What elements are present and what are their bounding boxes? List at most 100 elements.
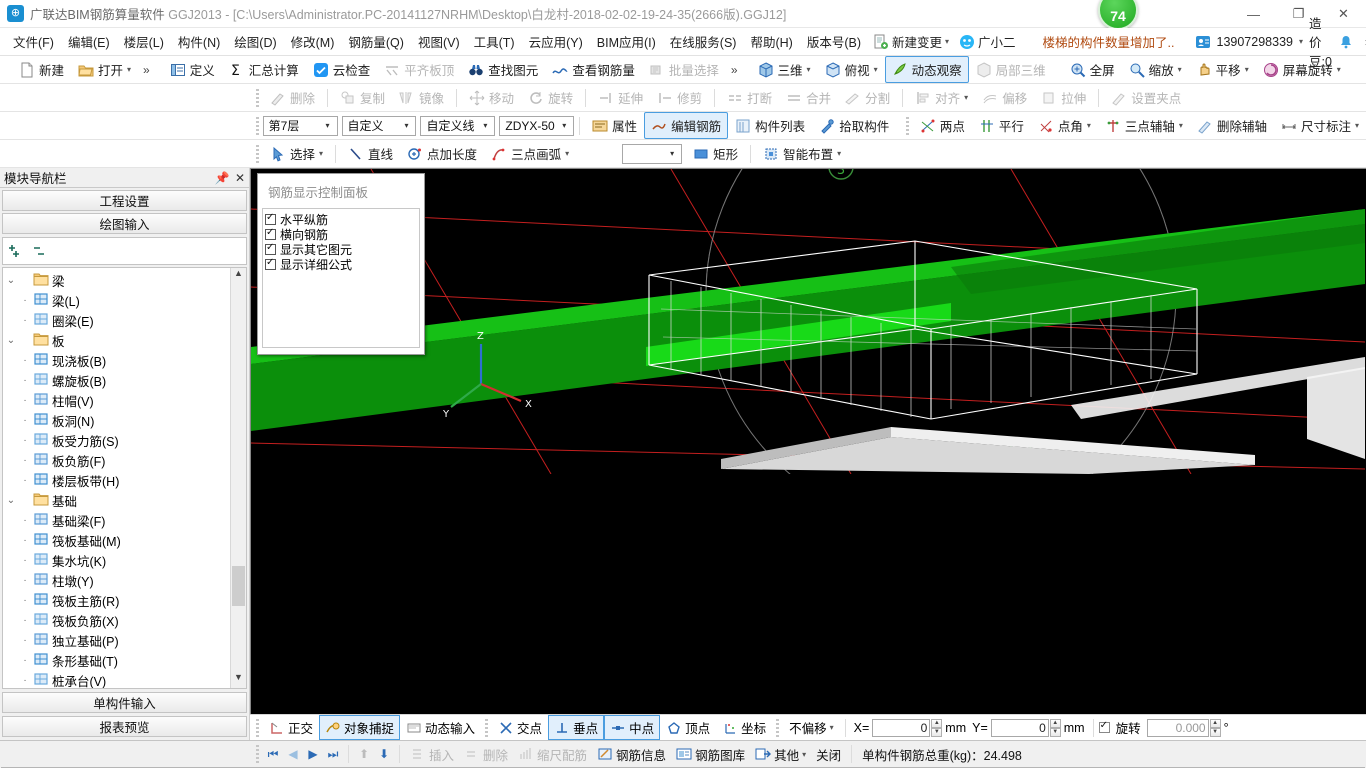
parallel-button[interactable]: 平行 <box>972 112 1031 139</box>
rotate-button[interactable]: 旋转 <box>521 84 580 111</box>
break-button[interactable]: 打断 <box>720 84 779 111</box>
three-d-view-button[interactable]: 三维 ▾ <box>751 56 818 83</box>
move-up-button[interactable]: ⬆ <box>354 747 374 761</box>
tree-twisty-icon[interactable]: ⌄ <box>3 495 19 506</box>
snap-grip-3[interactable] <box>776 718 780 737</box>
menu-file[interactable]: 文件(F) <box>6 28 61 55</box>
floor-combo[interactable]: 第7层 ▾ <box>262 115 338 136</box>
rotate-enable-checkbox[interactable] <box>1098 720 1110 733</box>
menu-modify[interactable]: 修改(M) <box>284 28 342 55</box>
coins-label[interactable]: 造价豆:0 <box>1309 13 1332 70</box>
tree-item[interactable]: · 圈梁(E) <box>3 310 230 330</box>
menubar-overflow-button[interactable]: » <box>1360 35 1366 49</box>
point-angle-button[interactable]: 点角 ▾ <box>1031 112 1098 139</box>
cloud-check-button[interactable]: 云检查 <box>306 56 378 83</box>
tree-item[interactable]: · 板负筋(F) <box>3 450 230 470</box>
coordinate-snap-button[interactable]: 坐标 <box>716 715 772 740</box>
draw-input-button[interactable]: 绘图输入 <box>2 213 247 234</box>
component-type-chevron-down-icon[interactable]: ▾ <box>478 121 492 130</box>
toolbar-left-overflow[interactable]: » <box>138 63 155 77</box>
y-spinner[interactable]: ▲ ▼ <box>1049 718 1061 737</box>
category-chevron-down-icon[interactable]: ▾ <box>399 121 413 130</box>
component-grip[interactable] <box>256 116 259 135</box>
offset-mode-button[interactable]: 不偏移 ▾ <box>783 715 840 740</box>
intersection-snap-button[interactable]: 交点 <box>492 715 548 740</box>
axis-grip[interactable] <box>906 116 909 135</box>
menu-rebar-qty[interactable]: 钢筋量(Q) <box>341 28 411 55</box>
rotate-spinner[interactable]: ▲ ▼ <box>1209 718 1221 737</box>
smart-layout-chevron-down-icon[interactable]: ▾ <box>837 149 841 158</box>
point-add-length-button[interactable]: 点加长度 <box>400 140 484 167</box>
checkbox-transverse-rebar[interactable] <box>265 227 276 240</box>
floor-chevron-down-icon[interactable]: ▾ <box>321 121 335 130</box>
open-file-button[interactable]: 打开 ▾ <box>71 56 138 83</box>
3d-viewport[interactable]: 3 B <box>250 168 1366 714</box>
copy-button[interactable]: 复制 <box>333 84 392 111</box>
menu-edit[interactable]: 编辑(E) <box>61 28 117 55</box>
offset-button[interactable]: 偏移 <box>975 84 1034 111</box>
mirror-button[interactable]: 镜像 <box>392 84 451 111</box>
next-record-button[interactable]: ▶ <box>303 747 323 761</box>
three-point-arc-button[interactable]: 三点画弧 ▾ <box>484 140 576 167</box>
checkbox-show-other-elements[interactable] <box>265 242 276 255</box>
tree-item[interactable]: · 现浇板(B) <box>3 350 230 370</box>
ortho-button[interactable]: 正交 <box>263 715 319 740</box>
tree-item[interactable]: · 梁(L) <box>3 290 230 310</box>
zoom-button[interactable]: 缩放 ▾ <box>1122 56 1189 83</box>
pin-icon[interactable]: 📌 <box>213 171 231 185</box>
split-button[interactable]: 分割 <box>838 84 897 111</box>
open-chevron-down-icon[interactable]: ▾ <box>127 65 131 74</box>
trim-button[interactable]: 修剪 <box>650 84 709 111</box>
project-settings-button[interactable]: 工程设置 <box>2 190 247 211</box>
draw-grip[interactable] <box>256 144 259 163</box>
score-badge[interactable]: 74 <box>1098 0 1138 30</box>
tree-item[interactable]: · 板受力筋(S) <box>3 430 230 450</box>
snap-grip[interactable] <box>256 718 259 737</box>
stretch-button[interactable]: 拉伸 <box>1034 84 1093 111</box>
two-points-button[interactable]: 两点 <box>913 112 972 139</box>
smart-layout-button[interactable]: 智能布置 ▾ <box>756 140 848 167</box>
nav-close-icon[interactable]: ✕ <box>231 171 249 185</box>
new-change-button[interactable]: 新建变更 ▾ <box>868 29 954 54</box>
dimension-button[interactable]: 尺寸标注 ▾ <box>1274 112 1366 139</box>
checkbox-row-transverse-rebar[interactable]: 横向钢筋 <box>265 227 417 242</box>
delete-axis-button[interactable]: 删除辅轴 <box>1190 112 1274 139</box>
report-preview-button[interactable]: 报表预览 <box>2 716 247 737</box>
checkbox-row-show-detail-formula[interactable]: 显示详细公式 <box>265 257 417 272</box>
tree-item[interactable]: · 条形基础(T) <box>3 650 230 670</box>
blank-combo[interactable]: ▾ <box>622 143 683 164</box>
checkbox-row-horizontal-longitudinal[interactable]: 水平纵筋 <box>265 212 417 227</box>
perpendicular-snap-button[interactable]: 垂点 <box>548 715 605 740</box>
delete-row-button[interactable]: 删除 <box>459 743 513 766</box>
tree-item[interactable]: · 集水坑(K) <box>3 550 230 570</box>
tree-twisty-icon[interactable]: ⌄ <box>3 275 19 286</box>
batch-select-button[interactable]: 批量选择 <box>642 56 726 83</box>
menu-online-service[interactable]: 在线服务(S) <box>663 28 744 55</box>
three-d-chevron-down-icon[interactable]: ▾ <box>807 65 811 74</box>
component-type-combo[interactable]: 自定义线 ▾ <box>420 115 496 136</box>
tree-folder[interactable]: ⌄ 板 <box>3 330 230 350</box>
component-list-button[interactable]: 构件列表 <box>728 112 812 139</box>
component-name-combo[interactable]: ZDYX-50 ▾ <box>499 115 575 136</box>
tree-scroll-up-icon[interactable]: ▲ <box>231 268 246 284</box>
tree-scrollbar[interactable]: ▲ ▼ <box>230 268 246 688</box>
menu-tools[interactable]: 工具(T) <box>467 28 522 55</box>
rebar-display-control-panel[interactable]: 钢筋显示控制面板 水平纵筋 横向钢筋 显示其它图元 <box>257 173 425 355</box>
properties-button[interactable]: 属性 <box>585 112 644 139</box>
checkbox-show-detail-formula[interactable] <box>265 257 276 270</box>
close-grid-button[interactable]: 关闭 <box>811 743 846 766</box>
find-element-button[interactable]: 查找图元 <box>461 56 545 83</box>
bell-icon[interactable] <box>1338 34 1354 50</box>
set-grip-button[interactable]: 设置夹点 <box>1104 84 1188 111</box>
align-chevron-down-icon[interactable]: ▾ <box>964 93 968 102</box>
tree-item[interactable]: · 筏板负筋(X) <box>3 610 230 630</box>
last-record-button[interactable]: ⏭ <box>323 747 343 762</box>
new-file-button[interactable]: 新建 <box>12 56 71 83</box>
align-button[interactable]: 对齐 ▾ <box>908 84 975 111</box>
view-rebar-qty-button[interactable]: 查看钢筋量 <box>545 56 642 83</box>
chevron-down-icon[interactable]: ▾ <box>945 37 949 46</box>
menu-view[interactable]: 视图(V) <box>411 28 467 55</box>
tree-item[interactable]: · 螺旋板(B) <box>3 370 230 390</box>
menu-help[interactable]: 帮助(H) <box>743 28 799 55</box>
prev-record-button[interactable]: ◀ <box>283 747 303 761</box>
